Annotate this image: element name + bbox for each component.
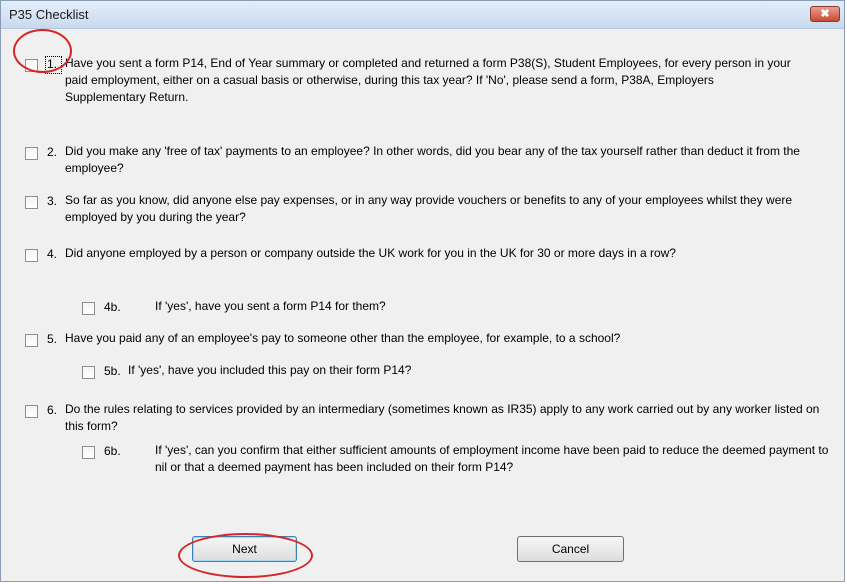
p35-checklist-dialog: P35 Checklist ✖ 1. Have you sent a form …: [0, 0, 845, 582]
question-text-q3: So far as you know, did anyone else pay …: [65, 193, 793, 224]
cancel-button[interactable]: Cancel: [517, 536, 624, 562]
checkbox-q3[interactable]: [25, 196, 38, 209]
close-icon: ✖: [820, 8, 830, 20]
checkbox-q5[interactable]: [25, 334, 38, 347]
question-number-q3: 3.: [47, 194, 58, 208]
question-text-q6: Do the rules relating to services provid…: [65, 402, 820, 433]
title-bar[interactable]: P35 Checklist ✖: [1, 1, 844, 29]
question-text-q5: Have you paid any of an employee's pay t…: [65, 331, 621, 345]
question-number-q6b: 6b.: [104, 444, 121, 458]
question-text-q4b: If 'yes', have you sent a form P14 for t…: [155, 299, 386, 313]
question-text-q4: Did anyone employed by a person or compa…: [65, 246, 676, 260]
question-text-q2: Did you make any 'free of tax' payments …: [65, 144, 800, 175]
checkbox-q6b[interactable]: [82, 446, 95, 459]
annotation-circle-first-question: [13, 29, 72, 73]
question-text-q6b: If 'yes', can you confirm that either su…: [155, 443, 829, 474]
checklist-body: 1. Have you sent a form P14, End of Year…: [2, 29, 843, 580]
question-text-q1: Have you sent a form P14, End of Year su…: [65, 56, 791, 104]
question-number-q5b: 5b.: [104, 364, 121, 378]
checkbox-q2[interactable]: [25, 147, 38, 160]
question-number-q5: 5.: [47, 332, 58, 346]
window-title: P35 Checklist: [9, 7, 89, 22]
question-number-q6: 6.: [47, 403, 58, 417]
checkbox-q5b[interactable]: [82, 366, 95, 379]
question-number-q2: 2.: [47, 145, 58, 159]
question-number-q4b: 4b.: [104, 300, 121, 314]
close-button[interactable]: ✖: [810, 6, 840, 22]
checkbox-q4b[interactable]: [82, 302, 95, 315]
question-text-q5b: If 'yes', have you included this pay on …: [128, 363, 412, 377]
checkbox-q4[interactable]: [25, 249, 38, 262]
annotation-circle-next-button: [178, 533, 313, 578]
checkbox-q6[interactable]: [25, 405, 38, 418]
question-number-q4: 4.: [47, 247, 58, 261]
